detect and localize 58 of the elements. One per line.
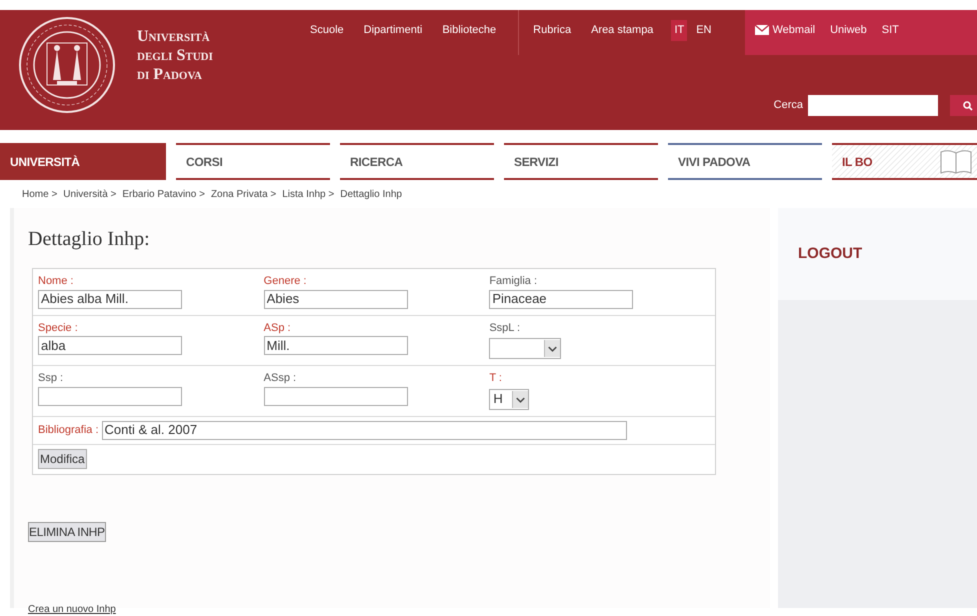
dropdown[interactable] [489, 338, 562, 359]
field-label: Ssp : [38, 371, 64, 386]
language-link[interactable]: IT [671, 20, 688, 40]
chevron-down-icon [544, 340, 560, 357]
nav-tab[interactable]: SERVIZI [504, 143, 658, 180]
top-nav-link[interactable]: Dipartimenti [354, 10, 432, 55]
nav-tab[interactable]: VIVI PADOVA [668, 143, 822, 180]
input-field[interactable] [264, 386, 408, 406]
page-title: Dettaglio Inhp: [28, 227, 151, 252]
service-link[interactable]: SIT [882, 22, 899, 38]
nav-tab[interactable]: UNIVERSITÀ [0, 143, 166, 180]
language-link[interactable]: EN [693, 20, 714, 40]
breadcrumb-link[interactable]: Erbario Patavino > [122, 186, 205, 202]
breadcrumb-link[interactable]: Home > [22, 186, 58, 202]
breadcrumb-link[interactable]: Dettaglio Inhp [340, 186, 402, 202]
breadcrumb-link[interactable]: Zona Privata > [210, 186, 276, 202]
university-name: degli Studi [137, 46, 213, 65]
university-name: di Padova [137, 65, 203, 84]
breadcrumb-link[interactable]: Lista Inhp > [282, 186, 334, 202]
chevron-down-icon [512, 390, 528, 408]
field-label: Specie : [38, 320, 79, 336]
nav-tab[interactable]: RICERCA [340, 143, 494, 180]
search-field[interactable] [808, 95, 938, 116]
field-label: Nome : [38, 274, 74, 289]
input-field[interactable]: Abies alba Mill. [38, 290, 182, 308]
field-label: Famiglia : [489, 274, 538, 289]
input-field[interactable]: alba [38, 336, 182, 355]
top-nav-link[interactable]: Area stampa [581, 10, 664, 55]
input-field[interactable]: Abies [264, 290, 408, 308]
top-nav-link[interactable]: Rubrica [523, 10, 582, 55]
search-label: Cerca [774, 98, 803, 114]
service-link[interactable]: Uniweb [830, 22, 867, 38]
delete-button[interactable]: ELIMINA INHP [28, 522, 106, 542]
input-field[interactable]: Conti & al. 2007 [102, 420, 627, 440]
nav-tab[interactable]: IL BO [832, 143, 977, 180]
field-label: T : [489, 371, 503, 386]
field-label: SspL : [489, 320, 522, 336]
seal-icon [17, 15, 117, 115]
field-label: Bibliografia : [38, 422, 99, 438]
field-label: ASp : [264, 320, 292, 336]
university-name: Università [137, 27, 211, 46]
nav-tab[interactable]: CORSI [176, 143, 330, 180]
book-icon [939, 149, 973, 175]
logout-link[interactable]: LOGOUT [798, 242, 862, 266]
breadcrumb-link[interactable]: Università > [63, 186, 116, 202]
top-nav-link[interactable]: Scuole [300, 10, 354, 55]
search-button[interactable] [950, 95, 977, 116]
input-field[interactable]: Pinaceae [489, 290, 634, 308]
service-link[interactable]: Webmail [754, 22, 816, 38]
field-label: Genere : [264, 274, 308, 289]
dropdown[interactable]: H [489, 388, 530, 410]
field-label: ASsp : [264, 371, 298, 386]
create-link[interactable]: Crea un nuovo Inhp [28, 604, 116, 614]
submit-button[interactable]: Modifica [38, 449, 87, 469]
input-field[interactable] [38, 386, 182, 406]
envelope-icon [754, 25, 768, 36]
search-icon [963, 100, 973, 110]
input-field[interactable]: Mill. [264, 336, 408, 355]
